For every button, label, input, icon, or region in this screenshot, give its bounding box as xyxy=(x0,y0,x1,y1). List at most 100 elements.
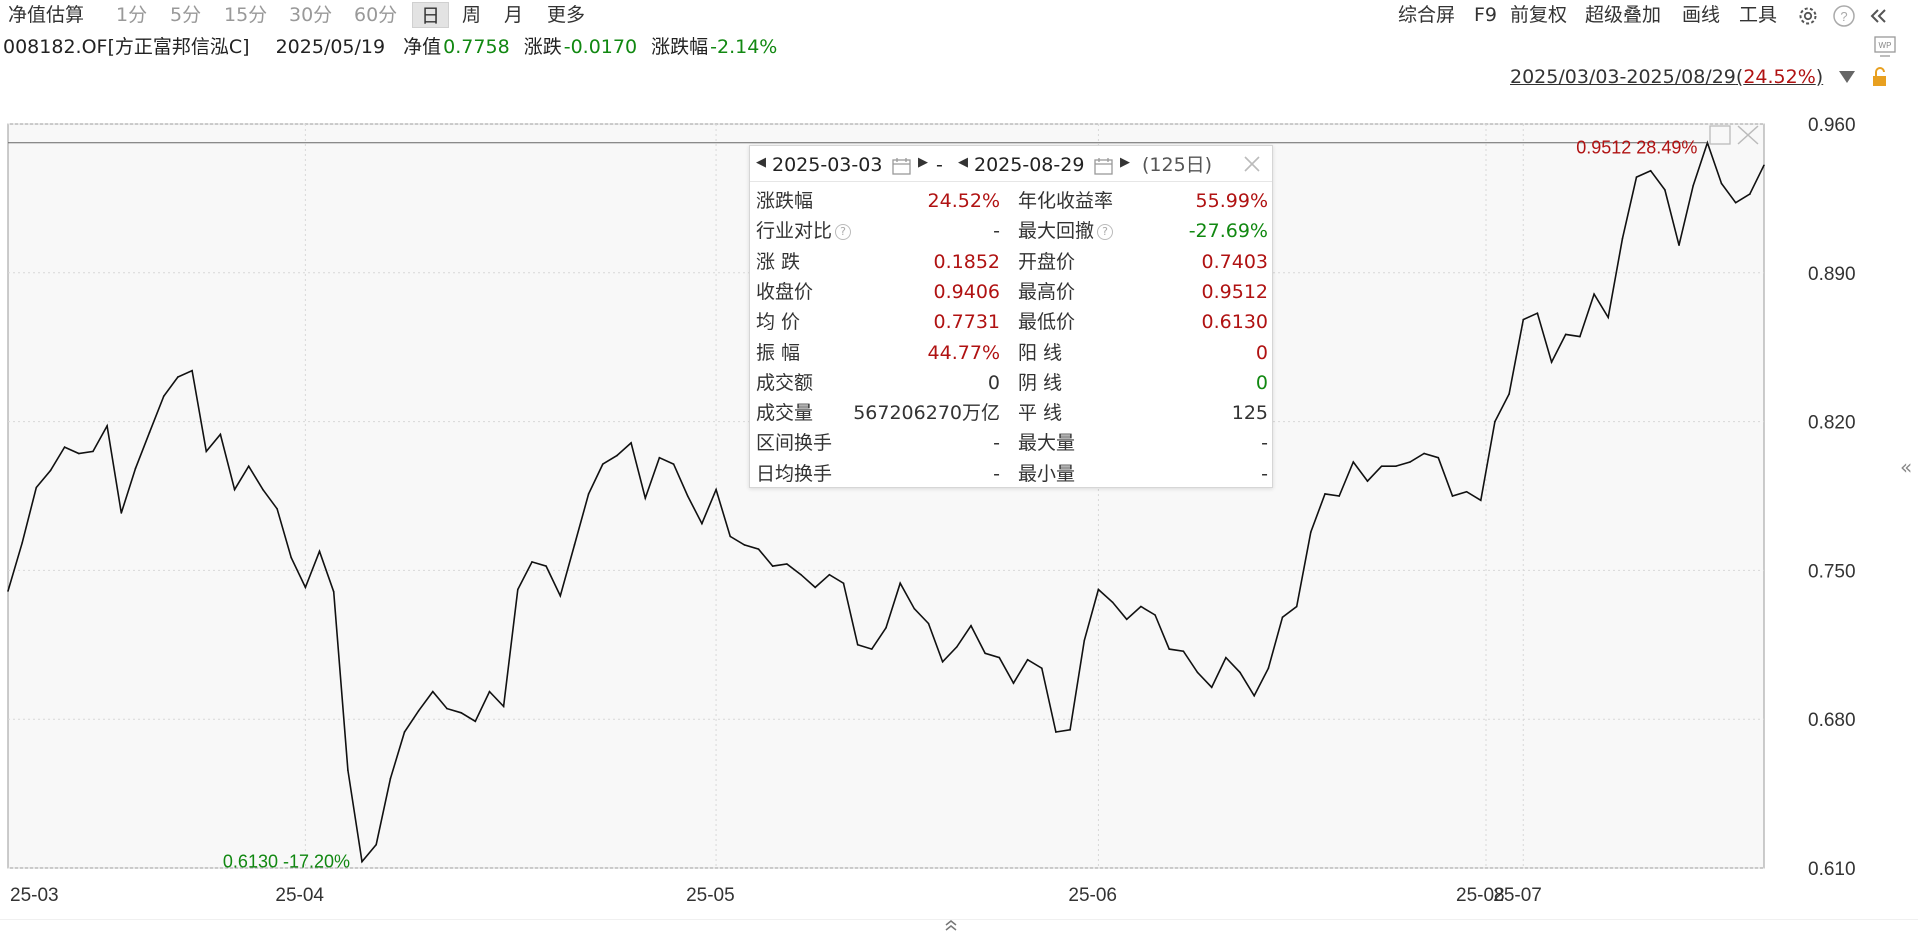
super-overlay-button[interactable]: 超级叠加 xyxy=(1585,2,1661,28)
stat-label: 最低价 xyxy=(1018,311,1076,334)
stat-value: 0.7731 xyxy=(933,311,1000,334)
data-point xyxy=(474,720,477,723)
help-icon[interactable]: ? xyxy=(835,223,852,240)
data-point xyxy=(941,661,944,663)
data-point xyxy=(375,843,377,846)
data-point xyxy=(573,544,576,546)
svg-text:WP: WP xyxy=(1879,41,1892,50)
data-point xyxy=(1338,495,1340,497)
tab-week[interactable]: 周 xyxy=(462,2,481,28)
start-date[interactable]: 2025-03-03 xyxy=(772,152,882,178)
stats-row: 行业对比? - 最大回撤? -27.69% xyxy=(750,216,1272,246)
tab-month[interactable]: 月 xyxy=(504,2,523,28)
data-point xyxy=(1536,312,1539,314)
data-point xyxy=(1253,695,1255,697)
data-point xyxy=(686,495,689,497)
stats-row: 均 价 0.7731 最低价 0.6130 xyxy=(750,307,1272,337)
stat-value: - xyxy=(993,220,1000,243)
data-point xyxy=(1097,588,1100,591)
data-point xyxy=(757,548,760,550)
y-tick-label: 0.680 xyxy=(1808,710,1856,731)
tab-1min[interactable]: 1分 xyxy=(116,2,147,28)
data-point xyxy=(1111,601,1114,604)
data-point xyxy=(1409,461,1411,463)
data-point xyxy=(1635,176,1638,178)
data-point xyxy=(1012,682,1015,684)
tab-60min[interactable]: 60分 xyxy=(354,2,397,28)
stat-value: 0.7403 xyxy=(1201,250,1268,273)
more-menu[interactable]: 更多 xyxy=(547,2,585,28)
stat-value: - xyxy=(1261,432,1268,455)
tab-15min[interactable]: 15分 xyxy=(224,2,267,28)
stats-row: 区间换手 - 最大量 - xyxy=(750,428,1272,458)
data-point xyxy=(927,622,930,625)
start-next-arrow[interactable]: ▶ xyxy=(918,155,928,170)
data-point xyxy=(1423,452,1425,455)
data-point xyxy=(701,522,703,525)
data-point xyxy=(672,463,675,465)
data-point xyxy=(7,590,9,592)
tab-30min[interactable]: 30分 xyxy=(289,2,332,28)
composite-screen-button[interactable]: 综合屏 xyxy=(1398,2,1455,28)
gear-icon[interactable] xyxy=(1796,4,1820,28)
calendar-icon[interactable] xyxy=(892,157,912,175)
data-point xyxy=(1395,465,1397,468)
change-value: -0.0170 xyxy=(563,36,638,58)
stat-value: 0 xyxy=(1255,371,1268,394)
calendar-icon[interactable] xyxy=(1094,157,1114,175)
tab-5min[interactable]: 5分 xyxy=(170,2,201,28)
data-point xyxy=(984,652,986,655)
stat-label: 收盘价 xyxy=(756,280,814,303)
end-date[interactable]: 2025-08-29 xyxy=(974,152,1084,178)
help-icon[interactable]: ? xyxy=(1097,223,1114,240)
data-point xyxy=(842,582,845,584)
stat-label: 涨 跌 xyxy=(756,250,801,273)
data-point xyxy=(262,488,264,491)
tools-button[interactable]: 工具 xyxy=(1739,2,1777,28)
close-icon[interactable] xyxy=(1240,152,1264,176)
change-label: 涨跌 xyxy=(523,36,562,58)
chart-toolbar: 净值估算 1分 5分 15分 30分 60分 日 周 月 更多 综合屏 F9 前… xyxy=(0,0,1918,32)
data-point xyxy=(1182,650,1185,652)
end-next-arrow[interactable]: ▶ xyxy=(1120,155,1130,170)
data-point xyxy=(460,712,462,714)
range-link[interactable]: 2025/03/03-2025/08/29(24.52%) xyxy=(1510,66,1823,88)
data-point xyxy=(1692,184,1694,187)
end-prev-arrow[interactable]: ◀ xyxy=(958,155,968,170)
x-tick-label: 25-05 xyxy=(686,885,735,906)
range-dropdown-icon[interactable] xyxy=(1838,70,1856,84)
stat-value: 55.99% xyxy=(1195,190,1268,212)
popup-header: ◀ 2025-03-03 ▶ - ◀ 2025-08-29 ▶ (125日) xyxy=(750,146,1272,182)
data-point xyxy=(587,493,590,495)
expand-up-icon[interactable] xyxy=(943,918,959,932)
stat-value: 0.6130 xyxy=(1201,311,1268,334)
wp-icon[interactable]: WP xyxy=(1872,34,1898,60)
data-point xyxy=(1267,667,1270,669)
collapse-icon[interactable] xyxy=(1866,4,1890,28)
data-point xyxy=(715,488,717,491)
data-point xyxy=(1154,614,1156,616)
f9-button[interactable]: F9 xyxy=(1474,2,1497,28)
start-prev-arrow[interactable]: ◀ xyxy=(756,155,766,170)
draw-line-button[interactable]: 画线 xyxy=(1682,2,1720,28)
data-point xyxy=(106,425,108,427)
data-point xyxy=(1734,201,1737,204)
tab-day[interactable]: 日 xyxy=(412,2,450,28)
data-point xyxy=(1437,456,1440,459)
stat-label: 成交额 xyxy=(756,371,814,394)
x-axis: 25-03 25-04 25-05 25-06 25-0725-08 xyxy=(0,885,1918,920)
data-point xyxy=(347,769,349,772)
lock-icon[interactable] xyxy=(1870,66,1890,88)
stat-label: 日均换手 xyxy=(756,462,833,485)
data-point xyxy=(1763,164,1765,167)
y-tick-label: 0.890 xyxy=(1808,264,1856,285)
data-point xyxy=(191,369,193,372)
side-panel-toggle-icon[interactable]: « xyxy=(1900,455,1912,479)
stat-value: 0.9406 xyxy=(933,280,1000,303)
help-icon[interactable]: ? xyxy=(1832,4,1856,28)
y-tick-label: 0.820 xyxy=(1808,413,1856,434)
forward-adjust-button[interactable]: 前复权 xyxy=(1510,2,1567,28)
data-point xyxy=(814,586,816,589)
tab-nav-estimate[interactable]: 净值估算 xyxy=(8,2,84,28)
data-point xyxy=(1140,605,1142,608)
